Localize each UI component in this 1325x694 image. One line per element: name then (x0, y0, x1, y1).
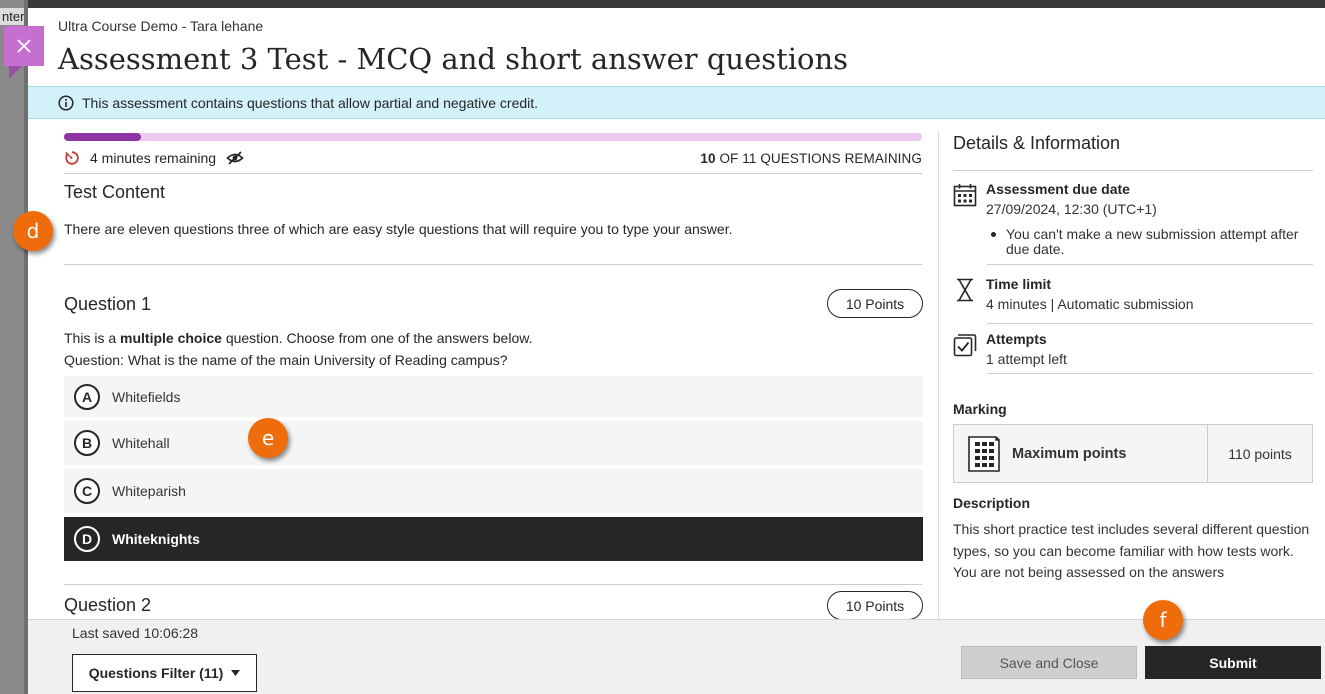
divider (987, 264, 1313, 265)
answer-label: Whitehall (112, 435, 170, 451)
page-title: Assessment 3 Test - MCQ and short answer… (58, 42, 849, 76)
time-limit-detail: Time limit 4 minutes | Automatic submiss… (953, 276, 1313, 316)
attempts-icon (953, 334, 977, 357)
timer-row: 4 minutes remaining 10 OF 11 QUESTIONS R… (64, 148, 922, 168)
question-1-text: Question: What is the name of the main U… (64, 352, 508, 368)
answer-label: Whiteparish (112, 483, 186, 499)
answer-letter: B (74, 430, 100, 456)
background-top-bar (0, 0, 1325, 8)
hide-timer-icon[interactable] (226, 149, 244, 167)
remaining-label: OF 11 QUESTIONS REMAINING (715, 150, 922, 166)
questions-filter-button[interactable]: Questions Filter (11) (72, 654, 257, 692)
divider (987, 373, 1313, 374)
callout-marker-f: f (1143, 600, 1183, 640)
instructions-suffix: question. Choose from one of the answers… (221, 330, 533, 346)
description-text: This short practice test includes severa… (953, 521, 1310, 580)
question-1-instructions: This is a multiple choice question. Choo… (64, 327, 532, 349)
marking-label: Marking (953, 401, 1007, 417)
calendar-icon (953, 184, 977, 207)
divider (953, 170, 1313, 171)
timer-text: 4 minutes remaining (90, 150, 217, 166)
divider (64, 173, 922, 174)
instructions-prefix: This is a (64, 330, 121, 346)
divider (64, 584, 922, 585)
callout-marker-d: d (13, 211, 53, 251)
test-content-description: There are eleven questions three of whic… (64, 221, 733, 237)
due-date-note: You can't make a new submission attempt … (988, 227, 1308, 257)
column-divider (938, 131, 939, 619)
last-saved-status: Last saved 10:06:28 (72, 625, 199, 641)
attempts-detail: Attempts 1 attempt left (953, 331, 1313, 371)
time-limit-value: 4 minutes | Automatic submission (986, 296, 1194, 312)
answer-label: Whiteknights (112, 531, 200, 547)
banner-text: This assessment contains questions that … (82, 94, 539, 111)
maximum-points-box: Maximum points 110 points (953, 424, 1313, 483)
course-name: Ultra Course Demo - Tara lehane (58, 18, 264, 34)
progress-bar (64, 133, 922, 141)
timer-icon (65, 151, 79, 165)
questions-filter-label: Questions Filter (11) (88, 665, 224, 681)
answer-option-a[interactable]: A Whitefields (64, 376, 923, 417)
answer-option-c[interactable]: C Whiteparish (64, 469, 923, 513)
calculator-icon (968, 435, 1000, 472)
info-icon (58, 94, 74, 111)
due-date-value: 27/09/2024, 12:30 (UTC+1) (986, 201, 1157, 217)
time-limit-heading: Time limit (986, 276, 1052, 292)
progress-bar-fill (64, 133, 142, 141)
remaining-count: 10 (700, 150, 716, 166)
answer-letter: A (74, 383, 100, 410)
callout-marker-e: e (248, 418, 288, 458)
due-date-detail: Assessment due date 27/09/2024, 12:30 (U… (953, 181, 1313, 259)
details-title: Details & Information (953, 133, 1121, 153)
question-1-points: 10 Points (827, 289, 923, 318)
answer-letter: D (74, 526, 100, 552)
question-2-title: Question 2 (64, 595, 152, 615)
test-content-title: Test Content (64, 182, 166, 202)
save-and-close-button[interactable]: Save and Close (961, 646, 1137, 679)
maximum-points-value: 110 points (1207, 425, 1312, 482)
answer-option-b[interactable]: B Whitehall (64, 421, 923, 465)
close-panel-button[interactable] (4, 26, 44, 79)
question-1-title: Question 1 (64, 294, 152, 314)
partial-credit-banner: This assessment contains questions that … (28, 86, 1325, 119)
divider (64, 264, 922, 265)
maximum-points-label: Maximum points (1012, 445, 1127, 462)
instructions-bold: multiple choice (120, 330, 222, 346)
divider (987, 323, 1313, 324)
answer-label: Whitefields (112, 388, 181, 405)
submit-button[interactable]: Submit (1145, 646, 1321, 679)
attempts-value: 1 attempt left (986, 351, 1067, 367)
background-page: nter (0, 0, 28, 694)
question-2-points: 10 Points (827, 591, 923, 620)
hourglass-icon (957, 278, 973, 302)
questions-remaining: 10 OF 11 QUESTIONS REMAINING (700, 151, 922, 166)
close-icon (17, 39, 31, 53)
due-date-heading: Assessment due date (986, 181, 1130, 197)
answer-letter: C (74, 478, 100, 504)
description-label: Description (953, 495, 1031, 511)
caret-down-icon (231, 670, 241, 676)
answer-option-d[interactable]: D Whiteknights (64, 517, 923, 561)
attempts-heading: Attempts (986, 331, 1047, 347)
